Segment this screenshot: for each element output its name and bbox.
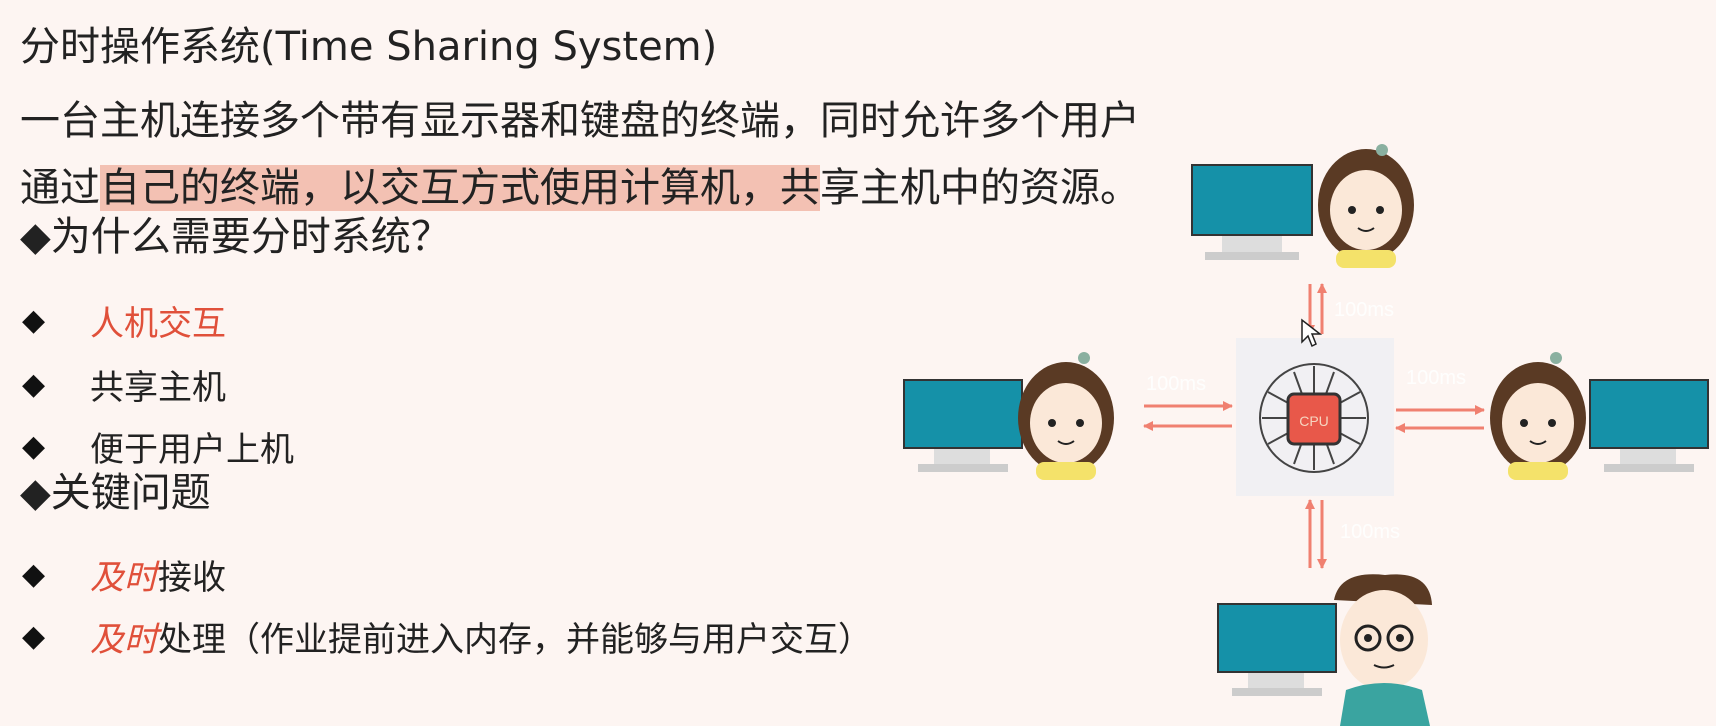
- terminal-top: [1191, 144, 1414, 268]
- girl-avatar-icon: [1018, 352, 1114, 480]
- terminal-bottom: [1217, 574, 1432, 726]
- girl-avatar-icon: [1490, 352, 1586, 480]
- monitor-icon: [1191, 164, 1313, 260]
- latency-label-top: 100ms: [1334, 299, 1394, 321]
- monitor-icon: [1217, 603, 1337, 696]
- boy-avatar-icon: [1334, 574, 1432, 726]
- latency-label-bottom: 100ms: [1340, 521, 1400, 543]
- cpu-hub: CPU: [1236, 338, 1394, 496]
- cpu-label: CPU: [1299, 413, 1329, 429]
- girl-avatar-icon: [1318, 144, 1414, 268]
- latency-label-right: 100ms: [1406, 367, 1466, 389]
- terminal-left: [903, 352, 1114, 480]
- monitor-icon: [903, 379, 1023, 472]
- terminal-right: [1490, 352, 1709, 480]
- time-sharing-diagram: CPU 100ms 100ms 100ms 100ms: [903, 144, 1709, 726]
- latency-label-left: 100ms: [1146, 373, 1206, 395]
- monitor-icon: [1589, 379, 1709, 472]
